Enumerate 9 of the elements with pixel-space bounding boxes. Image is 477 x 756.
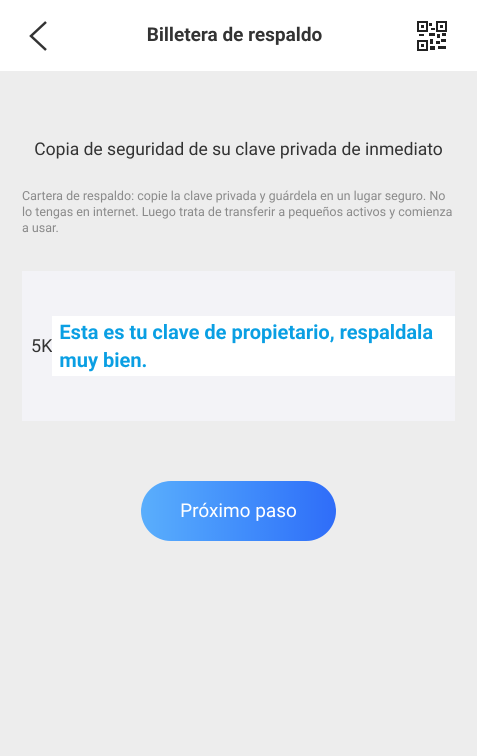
window-title: Billetera de respaldo <box>146 22 322 48</box>
qr-code-icon <box>417 20 447 50</box>
note-text: Esta es tu clave de propietario, respaldala muy bien. <box>59 320 434 372</box>
qr-code-button[interactable] <box>417 20 449 52</box>
back-icon <box>28 20 48 52</box>
next-step-button[interactable]: Próximo paso <box>141 481 336 542</box>
heading: Copia de seguridad de su clave privada de inmediato <box>34 139 443 162</box>
private-key-text: 5K <box>30 334 52 359</box>
description: Cartera de respaldo: copie la clave privada y guárdela en un lugar seguro. No lo tengas en internet. Luego trata de transferir a pequeños activos y comienza a usar. <box>22 189 454 238</box>
